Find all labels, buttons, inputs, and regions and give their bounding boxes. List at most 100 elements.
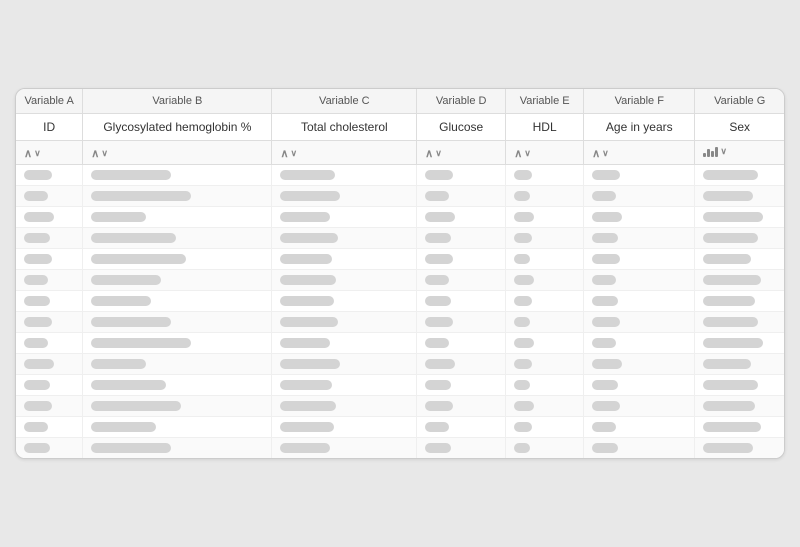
cell-col_b-0 bbox=[83, 165, 272, 186]
table-row bbox=[16, 333, 784, 354]
sort-col-f[interactable]: ∧ ∨ bbox=[584, 141, 695, 165]
table-row bbox=[16, 249, 784, 270]
cell-col_b-11 bbox=[83, 396, 272, 417]
cell-col_g-4 bbox=[695, 249, 784, 270]
cell-col_f-8 bbox=[584, 333, 695, 354]
table-row bbox=[16, 375, 784, 396]
cell-col_f-10 bbox=[584, 375, 695, 396]
sort-chevron-icon-e: ∨ bbox=[524, 148, 531, 159]
cell-col_a-9 bbox=[16, 354, 83, 375]
table-row bbox=[16, 417, 784, 438]
sort-col-d[interactable]: ∧ ∨ bbox=[417, 141, 506, 165]
col-header-var-c: Variable C bbox=[272, 89, 417, 114]
cell-col_d-2 bbox=[417, 207, 506, 228]
cell-col_d-5 bbox=[417, 270, 506, 291]
table-row bbox=[16, 354, 784, 375]
cell-col_e-10 bbox=[506, 375, 584, 396]
cell-col_c-4 bbox=[272, 249, 417, 270]
cell-col_f-7 bbox=[584, 312, 695, 333]
col-field-hdl: HDL bbox=[506, 114, 584, 141]
cell-col_c-3 bbox=[272, 228, 417, 249]
cell-col_b-9 bbox=[83, 354, 272, 375]
cell-col_c-7 bbox=[272, 312, 417, 333]
data-table: Variable A Variable B Variable C Variabl… bbox=[15, 88, 785, 459]
cell-col_c-5 bbox=[272, 270, 417, 291]
table-row bbox=[16, 270, 784, 291]
cell-col_e-2 bbox=[506, 207, 584, 228]
cell-col_f-1 bbox=[584, 186, 695, 207]
table-row bbox=[16, 396, 784, 417]
cell-col_g-10 bbox=[695, 375, 784, 396]
cell-col_g-2 bbox=[695, 207, 784, 228]
cell-col_f-2 bbox=[584, 207, 695, 228]
cell-col_g-7 bbox=[695, 312, 784, 333]
cell-col_e-7 bbox=[506, 312, 584, 333]
cell-col_e-12 bbox=[506, 417, 584, 438]
col-field-age: Age in years bbox=[584, 114, 695, 141]
cell-col_b-4 bbox=[83, 249, 272, 270]
col-header-var-g: Variable G bbox=[695, 89, 784, 114]
col-field-id: ID bbox=[16, 114, 83, 141]
barchart-sort-icon bbox=[703, 145, 718, 157]
table-row bbox=[16, 438, 784, 459]
cell-col_d-6 bbox=[417, 291, 506, 312]
cell-col_f-0 bbox=[584, 165, 695, 186]
cell-col_b-8 bbox=[83, 333, 272, 354]
cell-col_b-5 bbox=[83, 270, 272, 291]
cell-col_a-8 bbox=[16, 333, 83, 354]
cell-col_e-13 bbox=[506, 438, 584, 459]
cell-col_g-6 bbox=[695, 291, 784, 312]
cell-col_g-0 bbox=[695, 165, 784, 186]
cell-col_d-0 bbox=[417, 165, 506, 186]
cell-col_f-9 bbox=[584, 354, 695, 375]
sort-col-b[interactable]: ∧ ∨ bbox=[83, 141, 272, 165]
cell-col_c-8 bbox=[272, 333, 417, 354]
cell-col_g-8 bbox=[695, 333, 784, 354]
cell-col_a-12 bbox=[16, 417, 83, 438]
col-field-sex: Sex bbox=[695, 114, 784, 141]
sort-col-a[interactable]: ∧ ∨ bbox=[16, 141, 83, 165]
sort-asc-icon-e: ∧ bbox=[514, 147, 522, 160]
cell-col_d-10 bbox=[417, 375, 506, 396]
cell-col_a-11 bbox=[16, 396, 83, 417]
cell-col_d-1 bbox=[417, 186, 506, 207]
cell-col_b-13 bbox=[83, 438, 272, 459]
sort-chevron-icon-c: ∨ bbox=[291, 148, 298, 159]
cell-col_g-9 bbox=[695, 354, 784, 375]
col-header-var-d: Variable D bbox=[417, 89, 506, 114]
sort-chevron-icon-b: ∨ bbox=[101, 148, 108, 159]
cell-col_a-6 bbox=[16, 291, 83, 312]
cell-col_f-11 bbox=[584, 396, 695, 417]
cell-col_f-6 bbox=[584, 291, 695, 312]
col-field-chol: Total cholesterol bbox=[272, 114, 417, 141]
cell-col_d-9 bbox=[417, 354, 506, 375]
cell-col_a-7 bbox=[16, 312, 83, 333]
sort-col-c[interactable]: ∧ ∨ bbox=[272, 141, 417, 165]
cell-col_g-3 bbox=[695, 228, 784, 249]
cell-col_a-0 bbox=[16, 165, 83, 186]
cell-col_e-3 bbox=[506, 228, 584, 249]
cell-col_a-1 bbox=[16, 186, 83, 207]
sort-chevron-icon-g: ∨ bbox=[720, 146, 727, 157]
sort-col-g[interactable]: ∨ bbox=[695, 141, 784, 165]
cell-col_d-8 bbox=[417, 333, 506, 354]
cell-col_b-2 bbox=[83, 207, 272, 228]
cell-col_g-11 bbox=[695, 396, 784, 417]
cell-col_b-6 bbox=[83, 291, 272, 312]
cell-col_f-3 bbox=[584, 228, 695, 249]
cell-col_b-7 bbox=[83, 312, 272, 333]
cell-col_e-6 bbox=[506, 291, 584, 312]
cell-col_a-4 bbox=[16, 249, 83, 270]
cell-col_e-8 bbox=[506, 333, 584, 354]
col-field-glucose: Glucose bbox=[417, 114, 506, 141]
cell-col_c-9 bbox=[272, 354, 417, 375]
sort-asc-icon-b: ∧ bbox=[91, 147, 99, 160]
cell-col_c-2 bbox=[272, 207, 417, 228]
cell-col_a-3 bbox=[16, 228, 83, 249]
sort-chevron-icon-f: ∨ bbox=[602, 148, 609, 159]
cell-col_b-1 bbox=[83, 186, 272, 207]
col-field-glyc: Glycosylated hemoglobin % bbox=[83, 114, 272, 141]
sort-col-e[interactable]: ∧ ∨ bbox=[506, 141, 584, 165]
cell-col_d-13 bbox=[417, 438, 506, 459]
table-row bbox=[16, 186, 784, 207]
